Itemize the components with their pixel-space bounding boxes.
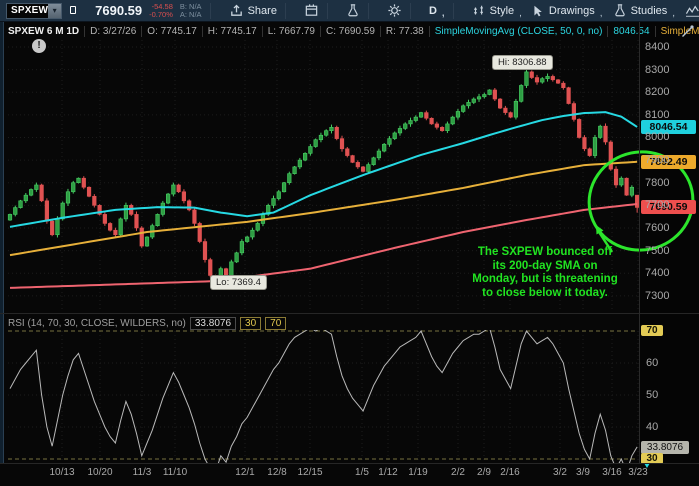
rsi-header: RSI (14, 70, 30, CLOSE, WILDERS, no) 33.…	[8, 317, 287, 330]
patterns-button[interactable]: Patterns,	[685, 4, 699, 18]
time-axis-divider	[0, 463, 699, 464]
drawings-button[interactable]: Drawings,	[532, 4, 603, 19]
rsi-value: 33.8076	[189, 317, 237, 330]
calendar-icon	[305, 4, 318, 16]
sma50-value: 8046.54	[607, 25, 654, 37]
price-tick: 8200	[645, 86, 670, 99]
date-tick: 1/19	[408, 467, 428, 478]
sma100-line[interactable]	[9, 160, 638, 257]
timeframe-button[interactable]: D,	[429, 5, 445, 20]
gear-icon	[388, 4, 401, 17]
date-tick: 12/1	[235, 467, 255, 478]
price-tick: 8400	[645, 41, 670, 53]
price-tick: 7700	[645, 199, 670, 212]
price-tick: 8000	[645, 131, 670, 144]
panel-splitter[interactable]	[0, 313, 699, 314]
alert-icon[interactable]: !	[32, 39, 46, 53]
active-tool-icon[interactable]	[681, 25, 694, 38]
date-tick: 10/13	[49, 467, 75, 478]
date-tick: 2/9	[477, 467, 491, 478]
symbol-input[interactable]: SPXEW ▾	[6, 2, 63, 19]
dropdown-caret-icon: ,	[672, 8, 676, 19]
rsi-overbought-chip[interactable]: 70	[265, 317, 287, 330]
price-tick: 8300	[645, 63, 670, 76]
date-tick: 1/12	[378, 467, 398, 478]
top-toolbar: SPXEW ▾ S&P EQUAL WEIGHT I... 7690.59 -5…	[0, 0, 699, 22]
ohlc-field: O: 7745.17	[141, 25, 201, 37]
date-tick: 3/16	[602, 467, 622, 478]
ohlc-field: D: 3/27/26	[84, 25, 141, 37]
analysis-tools-button[interactable]	[346, 3, 360, 18]
date-tick: 3/9	[576, 467, 590, 478]
price-tick: 7800	[645, 176, 670, 189]
ohlc-field: L: 7667.79	[261, 25, 320, 37]
price-tick: 7900	[645, 154, 670, 167]
symbol-dropdown-icon[interactable]: ▾	[48, 3, 62, 18]
price-tick: 7300	[645, 289, 670, 302]
date-tick: 11/3	[132, 467, 152, 478]
style-button[interactable]: Style,	[472, 4, 522, 19]
date-tick: 11/10	[162, 467, 188, 478]
ohlc-field: R: 77.38	[379, 25, 429, 37]
price-tick: 7400	[645, 267, 670, 280]
price-tick: 7500	[645, 244, 670, 257]
price-tick: 7600	[645, 221, 670, 234]
ohlc-field: C: 7690.59	[319, 25, 380, 37]
annotation-line: Monday, but is threatening	[472, 273, 618, 285]
rsi-tick: 40	[646, 421, 659, 433]
settings-button[interactable]	[387, 3, 402, 18]
zigzag-icon	[685, 4, 699, 17]
chart-title: SPXEW 6 M 1D	[8, 25, 80, 37]
flexible-grid-button[interactable]	[304, 3, 319, 18]
flask-icon	[614, 4, 625, 17]
high-marker-label[interactable]: Hi: 8306.88	[492, 55, 553, 70]
chart-header: SPXEW 6 M 1D D: 3/27/26 O: 7745.17 H: 7745…	[8, 24, 699, 38]
price-axis-border	[639, 22, 640, 463]
share-button[interactable]: Share	[229, 3, 277, 18]
share-icon	[230, 4, 242, 16]
low-marker-label[interactable]: Lo: 7369.4	[210, 275, 267, 290]
dropdown-caret-icon: ,	[519, 8, 522, 19]
rsi-label[interactable]: RSI (14, 70, 30, CLOSE, WILDERS, no)	[8, 318, 186, 329]
rsi-oversold-chip[interactable]: 30	[240, 317, 262, 330]
date-tick: 10/20	[87, 467, 113, 478]
cursor-icon	[534, 5, 542, 16]
annotation-line: its 200-day SMA on	[492, 259, 598, 272]
rsi-tick: 60	[646, 357, 659, 369]
rsi-overbought-bubble: 70	[641, 325, 663, 336]
date-tick: 3/23	[628, 467, 648, 478]
rsi-tick: 50	[646, 389, 659, 401]
symbol-text: SPXEW	[11, 5, 49, 16]
annotation-line: to close below it today.	[482, 286, 608, 299]
date-tick: 12/15	[297, 467, 323, 478]
chart-style-icon	[473, 5, 483, 14]
dropdown-caret-icon: ,	[599, 8, 603, 19]
last-price: 7690.59	[95, 3, 143, 18]
sma50-line[interactable]	[9, 111, 638, 228]
toolbar-right-group: Share D, Style , Drawings , Studies ,	[202, 2, 699, 20]
annotation-line: The SXPEW bounced off	[477, 246, 613, 258]
annotation-text[interactable]: The SXPEW bounced off its 200-day SMA on M…	[445, 246, 645, 300]
flask-icon	[348, 4, 358, 17]
sma50-label[interactable]: SimpleMovingAvg (CLOSE, 50, 0, no)	[428, 25, 608, 37]
date-tick: 2/16	[500, 467, 520, 478]
date-tick: 3/2	[553, 467, 567, 478]
bid-ask: B: N/A A: N/A	[179, 1, 202, 19]
dropdown-caret-icon: ,	[441, 8, 445, 19]
price-change: -54.58 -0.70%	[149, 1, 173, 19]
rsi-line[interactable]	[9, 328, 638, 472]
studies-button[interactable]: Studies,	[613, 3, 676, 19]
date-tick: 1/5	[355, 467, 369, 478]
ohlc-field: H: 7745.17	[201, 25, 262, 37]
ohlc-fields: D: 3/27/26 O: 7745.17 H: 7745.17 L: 7667.79…	[84, 25, 429, 37]
price-chart-canvas[interactable]	[0, 0, 699, 486]
price-tick: 8100	[645, 108, 670, 121]
date-tick: 2/2	[451, 467, 465, 478]
date-tick: 12/8	[267, 467, 287, 478]
